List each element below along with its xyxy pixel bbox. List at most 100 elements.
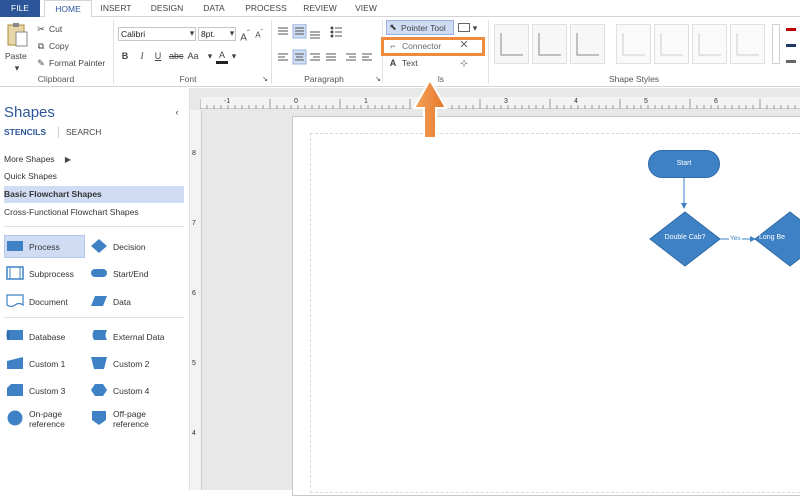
stencil-label[interactable]: Custom 1 [29,359,65,369]
stencil-label[interactable]: External Data [113,332,165,342]
shrink-font-icon[interactable]: Aˇ [253,27,265,42]
font-color-dropdown-icon[interactable]: ▾ [230,50,238,62]
custom-3-icon[interactable] [6,382,24,398]
stencil-label[interactable]: Document [29,297,68,307]
vertical-ruler: 8 7 6 5 4 [190,110,202,490]
stencil-label[interactable]: Custom 2 [113,359,149,369]
paragraph-dialog-launcher-icon[interactable]: ↘ [374,74,382,86]
sidebar-item-more-shapes[interactable]: More Shapes [4,151,184,168]
stencil-label[interactable]: Custom 3 [29,386,65,396]
shape-style-swatch[interactable] [494,24,529,64]
ruler-label: 7 [192,220,196,227]
tab-stencils[interactable]: STENCILS [4,127,46,137]
sidebar-item-quick-shapes[interactable]: Quick Shapes [4,168,184,185]
fill-line-icons[interactable] [784,26,798,72]
on-page-reference-icon[interactable] [6,409,24,427]
italic-icon[interactable]: I [137,50,147,62]
shape-style-swatch[interactable] [616,24,651,64]
ruler-label: 3 [504,98,508,105]
separator [4,226,184,227]
format-painter-button[interactable]: Format Painter [49,57,105,69]
stencil-label[interactable]: Data [113,297,131,307]
paragraph-group-label: Paragraph [304,74,344,84]
tab-home[interactable]: HOME [44,0,92,18]
tab-search[interactable]: SEARCH [66,127,101,137]
font-size-arrow-icon[interactable]: ▾ [205,50,215,62]
annotation-arrow-icon [412,78,448,139]
rectangle-tool-icon[interactable] [458,23,470,32]
grow-font-icon[interactable]: Aˆ [239,27,251,44]
stencil-label[interactable]: Database [29,332,65,342]
tab-design[interactable]: DESIGN [144,0,190,17]
stencil-label[interactable]: Start/End [113,269,148,279]
ruler-label: -1 [224,98,231,105]
collapse-panel-icon[interactable]: ‹ [172,106,182,118]
shape-style-swatch[interactable] [532,24,567,64]
data-icon[interactable] [90,294,108,308]
custom-4-icon[interactable] [90,382,108,398]
start-end-icon[interactable] [90,267,108,279]
ribbon-tab-bar: FILE HOME INSERT DESIGN DATA PROCESS REV… [0,0,800,18]
shape-style-swatch[interactable] [570,24,605,64]
paste-button[interactable]: Paste [5,50,27,62]
shape-style-swatch[interactable] [730,24,765,64]
document-icon[interactable] [6,293,24,309]
shape-styles-group-label: Shape Styles [608,74,660,84]
tab-process[interactable]: PROCESS [240,0,292,17]
decision-icon[interactable] [90,238,108,254]
font-color-icon[interactable]: A [216,49,228,64]
subprocess-icon[interactable] [6,265,24,281]
tab-view[interactable]: VIEW [350,0,382,17]
bold-icon[interactable]: B [120,50,130,62]
stencil-label[interactable]: Decision [113,242,146,252]
chevron-right-icon: ▶ [64,155,72,164]
pointer-tool-label: Pointer Tool [401,23,446,33]
change-case-icon[interactable]: Aa [186,50,200,62]
connector-highlight [381,37,485,56]
stencil-label[interactable]: Subprocess [29,269,74,279]
pointer-icon: ⬉ [389,22,397,32]
font-name-dropdown-icon[interactable]: ▾ [188,27,196,39]
sidebar-item-label: Quick Shapes [4,171,57,181]
separator [4,317,184,318]
sidebar-item-cross-functional[interactable]: Cross-Functional Flowchart Shapes [4,204,184,221]
shapes-panel-title: Shapes [4,104,55,121]
shape-style-swatch[interactable] [654,24,689,64]
tab-insert[interactable]: INSERT [96,0,136,17]
stencil-label[interactable]: Off-page reference [113,409,163,429]
font-dialog-launcher-icon[interactable]: ↘ [261,74,269,86]
strikethrough-icon[interactable]: abc [169,50,184,62]
cut-icon: ✂ [37,24,45,34]
off-page-reference-icon[interactable] [90,409,108,427]
sidebar-item-basic-flowchart[interactable]: Basic Flowchart Shapes [4,186,184,203]
shape-style-swatch[interactable] [692,24,727,64]
rectangle-tool-dropdown-icon[interactable]: ▾ [471,22,479,34]
start-shape[interactable]: Start [648,150,720,178]
custom-2-icon[interactable] [90,355,108,371]
tab-data[interactable]: DATA [196,0,232,17]
tab-file[interactable]: FILE [0,0,40,17]
ruler-label: 0 [294,98,298,105]
copy-button[interactable]: Copy [49,40,69,52]
shapes-panel [0,88,190,490]
styles-scrollbar[interactable] [772,24,780,64]
separator [271,20,272,84]
sidebar-item-label: Basic Flowchart Shapes [4,189,102,199]
text-tool-button[interactable]: Text [402,57,418,69]
font-size-dropdown-icon[interactable]: ▾ [228,27,236,39]
shape-text: Start [676,160,692,167]
cut-button[interactable]: Cut [49,23,62,35]
font-group-label: Font [179,74,197,84]
paragraph-icons[interactable] [276,24,376,68]
external-data-icon[interactable] [90,327,108,343]
font-name-combo[interactable]: Calibri [118,27,196,41]
shape-text: Long Be [759,234,786,241]
stencil-label[interactable]: Custom 4 [113,386,149,396]
underline-icon[interactable]: U [153,50,163,62]
connection-point-icon[interactable]: ⊹ [458,57,470,69]
paste-icon[interactable] [6,22,28,48]
database-icon[interactable] [6,327,24,343]
stencil-label[interactable]: On-page reference [29,409,79,429]
tab-review[interactable]: REVIEW [298,0,342,17]
custom-1-icon[interactable] [6,355,24,371]
